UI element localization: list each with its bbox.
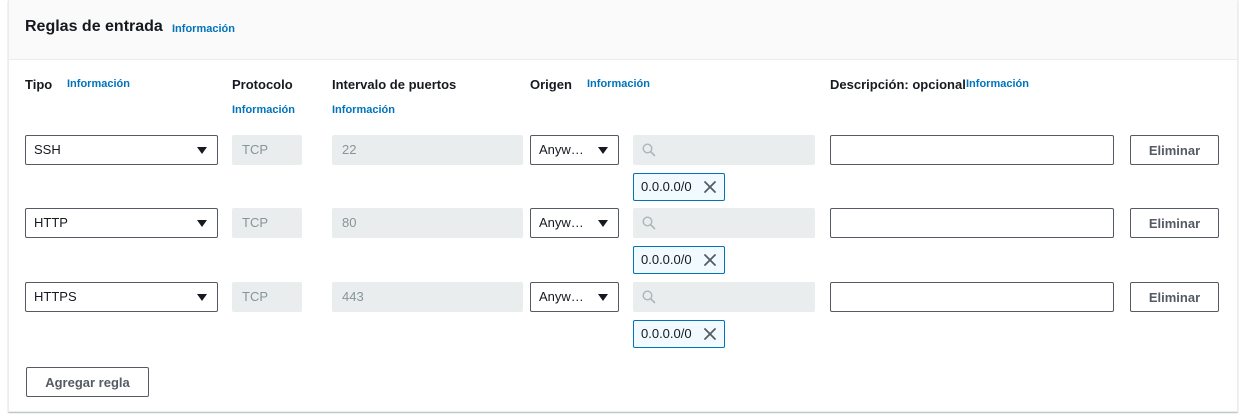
description-info-link[interactable]: Información [966, 78, 1029, 90]
port-range-field: 443 [332, 282, 523, 312]
inbound-rules-panel: Reglas de entrada Información Tipo Infor… [8, 0, 1238, 412]
caret-down-icon [197, 147, 207, 154]
type-select[interactable]: SSH [25, 135, 218, 165]
protocol-value: TCP [242, 289, 268, 304]
column-header-description: Descripción: opcional [830, 77, 966, 92]
cidr-search-input[interactable] [633, 282, 815, 312]
source-select[interactable]: Anyw… [530, 208, 619, 238]
column-header-type: Tipo [25, 77, 53, 92]
close-icon[interactable] [703, 253, 717, 267]
cidr-token: 0.0.0.0/0 [633, 320, 725, 348]
caret-down-icon [598, 294, 608, 301]
description-input[interactable] [830, 282, 1114, 312]
protocol-value: TCP [242, 215, 268, 230]
cidr-token-value: 0.0.0.0/0 [641, 179, 692, 194]
type-select[interactable]: HTTPS [25, 282, 218, 312]
panel-title: Reglas de entrada [25, 18, 163, 35]
panel-info-link[interactable]: Información [172, 23, 235, 35]
caret-down-icon [598, 220, 608, 227]
cidr-token-value: 0.0.0.0/0 [641, 326, 692, 341]
column-header-port-range: Intervalo de puertos [332, 77, 457, 92]
type-select-value: HTTPS [34, 289, 77, 304]
protocol-value: TCP [242, 142, 268, 157]
search-icon [642, 290, 656, 304]
source-info-link[interactable]: Información [587, 78, 650, 90]
port-range-field: 80 [332, 208, 523, 238]
type-select[interactable]: HTTP [25, 208, 218, 238]
port-range-value: 80 [342, 215, 357, 230]
cidr-search-input[interactable] [633, 135, 815, 165]
protocol-info-link[interactable]: Información [232, 104, 295, 116]
caret-down-icon [598, 147, 608, 154]
protocol-field: TCP [232, 282, 302, 312]
cidr-search-input[interactable] [633, 208, 815, 238]
close-icon[interactable] [703, 327, 717, 341]
description-input[interactable] [830, 135, 1114, 165]
type-select-value: SSH [34, 142, 61, 157]
column-header-protocol: Protocolo [232, 77, 293, 92]
close-icon[interactable] [703, 180, 717, 194]
protocol-field: TCP [232, 135, 302, 165]
column-header-source: Origen [530, 77, 572, 92]
source-select-value: Anyw… [539, 142, 584, 157]
description-input[interactable] [830, 208, 1114, 238]
cidr-token-value: 0.0.0.0/0 [641, 252, 692, 267]
port-range-info-link[interactable]: Información [332, 104, 395, 116]
source-select[interactable]: Anyw… [530, 135, 619, 165]
port-range-field: 22 [332, 135, 523, 165]
port-range-value: 443 [342, 289, 364, 304]
caret-down-icon [197, 220, 207, 227]
delete-rule-button[interactable]: Eliminar [1130, 208, 1219, 238]
port-range-value: 22 [342, 142, 357, 157]
add-rule-button[interactable]: Agregar regla [26, 367, 149, 397]
protocol-field: TCP [232, 208, 302, 238]
search-icon [642, 143, 656, 157]
source-select[interactable]: Anyw… [530, 282, 619, 312]
search-icon [642, 216, 656, 230]
delete-rule-button[interactable]: Eliminar [1130, 135, 1219, 165]
source-select-value: Anyw… [539, 215, 584, 230]
type-select-value: HTTP [34, 215, 68, 230]
source-select-value: Anyw… [539, 289, 584, 304]
panel-header: Reglas de entrada Información [9, 0, 1237, 60]
caret-down-icon [197, 294, 207, 301]
delete-rule-button[interactable]: Eliminar [1130, 282, 1219, 312]
type-info-link[interactable]: Información [67, 78, 130, 90]
cidr-token: 0.0.0.0/0 [633, 173, 725, 201]
cidr-token: 0.0.0.0/0 [633, 246, 725, 274]
